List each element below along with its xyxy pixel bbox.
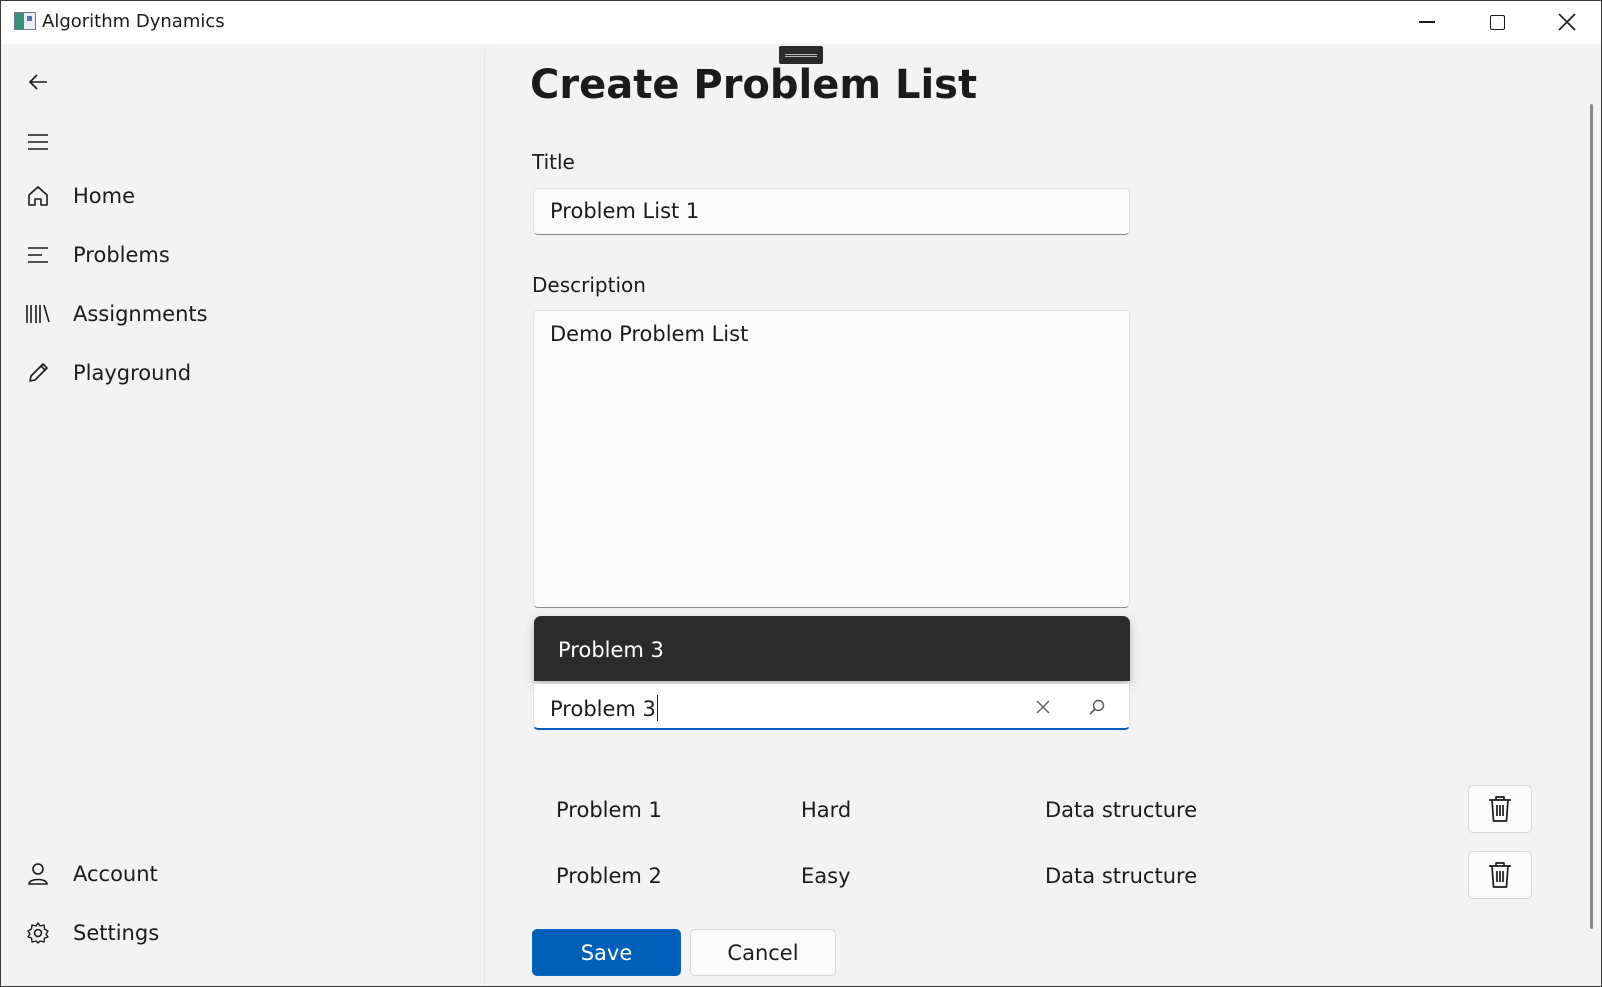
nav-item-label: Playground xyxy=(73,361,192,385)
problem-row: Problem 2 Easy Data structure xyxy=(535,849,1535,905)
nav-item-problems[interactable]: Problems xyxy=(18,230,468,280)
nav-item-account[interactable]: Account xyxy=(18,849,468,899)
suggestion-list: Problem 3 xyxy=(534,616,1130,681)
maximize-icon xyxy=(1489,14,1505,30)
list-icon xyxy=(18,235,58,275)
description-input[interactable]: Demo Problem List xyxy=(533,310,1130,608)
library-icon xyxy=(18,294,58,334)
search-icon xyxy=(1089,699,1105,715)
grip-icon xyxy=(785,53,817,57)
problem-category: Data structure xyxy=(1045,798,1198,822)
problem-name: Problem 2 xyxy=(556,864,662,888)
cancel-button[interactable]: Cancel xyxy=(690,929,836,976)
back-arrow-icon xyxy=(29,74,47,90)
back-button[interactable] xyxy=(20,64,56,100)
nav-item-label: Problems xyxy=(73,243,170,267)
nav-item-home[interactable]: Home xyxy=(18,171,468,221)
description-field-label: Description xyxy=(532,273,646,297)
problem-difficulty: Easy xyxy=(801,864,851,888)
gear-icon xyxy=(18,913,58,953)
home-icon xyxy=(18,176,58,216)
window-title: Algorithm Dynamics xyxy=(42,11,225,32)
vertical-scrollbar[interactable] xyxy=(1590,104,1593,929)
clear-search-button[interactable] xyxy=(1028,692,1058,722)
problem-name: Problem 1 xyxy=(556,798,662,822)
app-icon xyxy=(14,12,36,30)
close-button[interactable] xyxy=(1532,0,1602,44)
pencil-icon xyxy=(18,353,58,393)
nav-item-assignments[interactable]: Assignments xyxy=(18,289,468,339)
problem-search-box[interactable]: Problem 3 xyxy=(533,683,1130,730)
hamburger-icon xyxy=(28,134,48,150)
title-bar[interactable]: Algorithm Dynamics xyxy=(0,0,1602,44)
minimize-icon xyxy=(1419,21,1435,23)
title-input[interactable]: Problem List 1 xyxy=(533,188,1130,235)
nav-item-label: Account xyxy=(73,862,158,886)
close-icon xyxy=(1036,700,1050,714)
text-caret xyxy=(656,695,659,721)
delete-problem-button[interactable] xyxy=(1468,785,1532,833)
problem-category: Data structure xyxy=(1045,864,1198,888)
problem-row: Problem 1 Hard Data structure xyxy=(535,783,1535,839)
minimize-button[interactable] xyxy=(1392,0,1462,44)
nav-item-label: Settings xyxy=(73,921,160,945)
save-button[interactable]: Save xyxy=(532,929,681,976)
nav-item-label: Home xyxy=(73,184,136,208)
search-input[interactable]: Problem 3 xyxy=(550,695,659,721)
trash-icon xyxy=(1489,862,1511,888)
menu-toggle-button[interactable] xyxy=(20,124,56,160)
nav-item-label: Assignments xyxy=(73,302,208,326)
nav-item-playground[interactable]: Playground xyxy=(18,348,468,398)
navigation-pane: Home Problems Assignments Playground Acc… xyxy=(0,44,484,987)
search-button[interactable] xyxy=(1082,692,1112,722)
person-icon xyxy=(18,854,58,894)
maximize-button[interactable] xyxy=(1462,0,1532,44)
delete-problem-button[interactable] xyxy=(1468,851,1532,899)
search-input-value: Problem 3 xyxy=(550,697,656,721)
problem-difficulty: Hard xyxy=(801,798,852,822)
page-title: Create Problem List xyxy=(530,62,978,108)
title-field-label: Title xyxy=(532,150,575,174)
trash-icon xyxy=(1489,796,1511,822)
close-icon xyxy=(1558,13,1576,31)
suggestion-item[interactable]: Problem 3 xyxy=(558,638,664,662)
nav-item-settings[interactable]: Settings xyxy=(18,908,468,958)
